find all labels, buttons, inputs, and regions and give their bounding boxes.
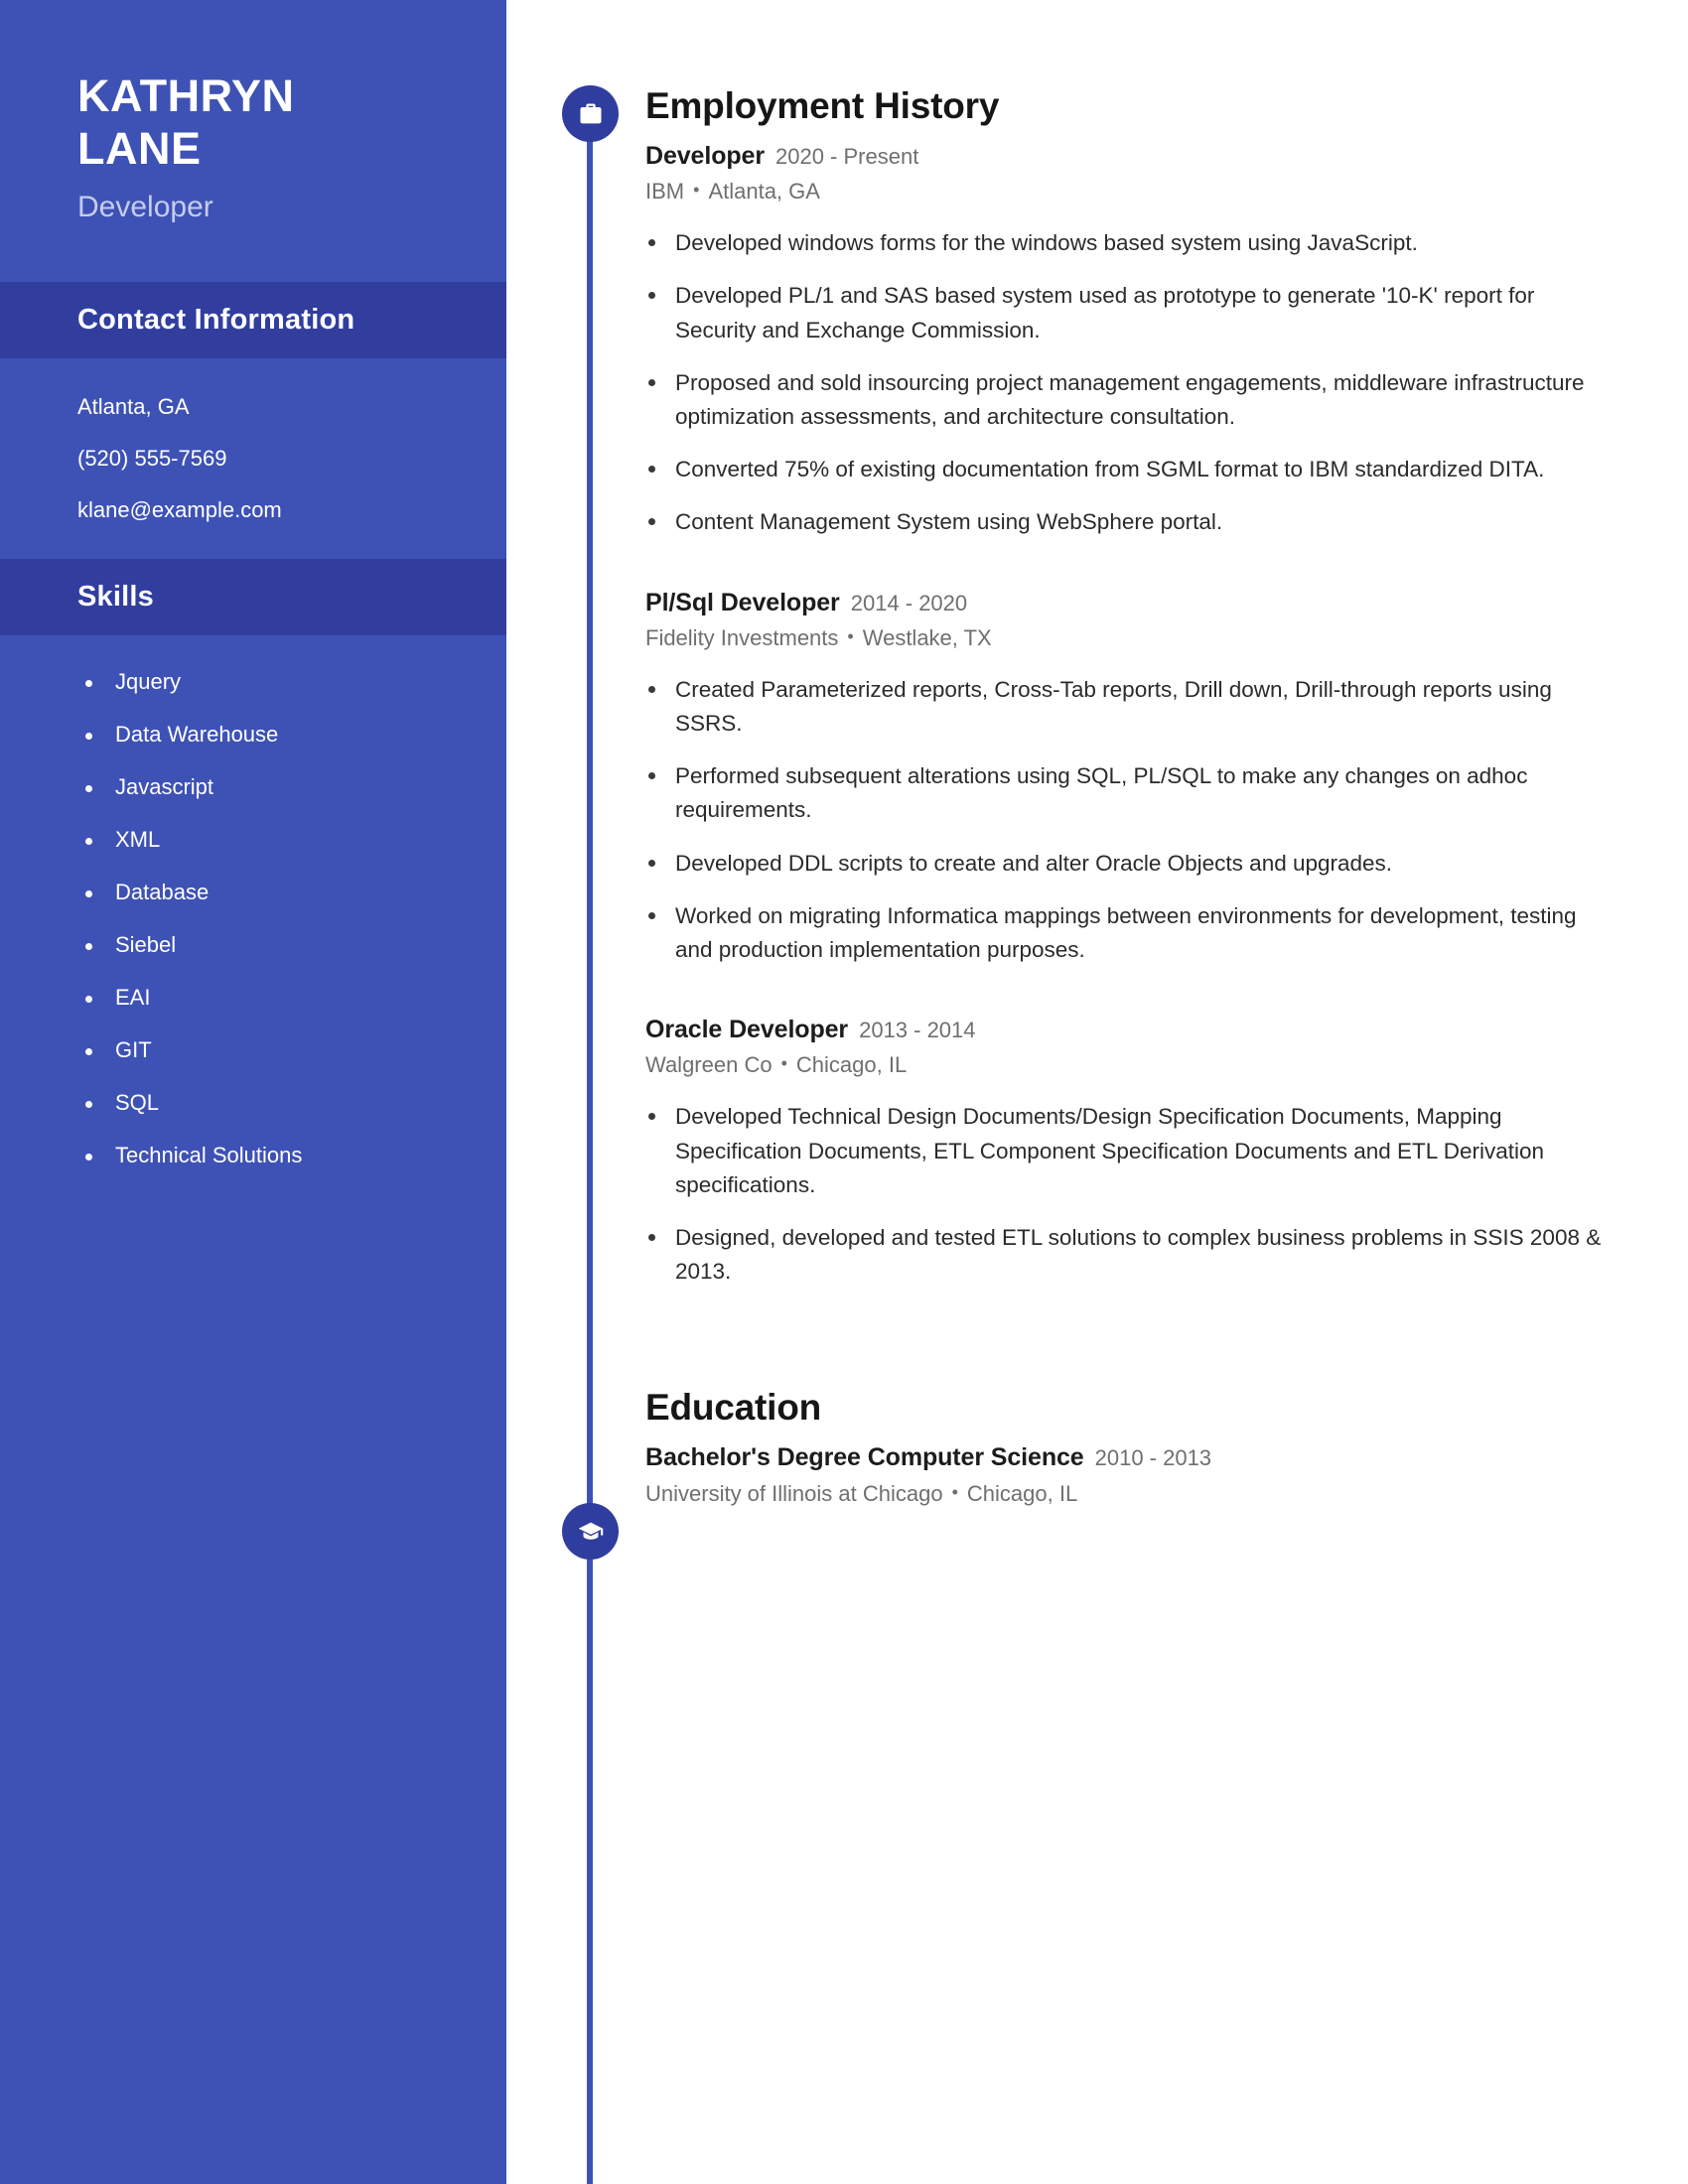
contact-section-title: Contact Information bbox=[77, 304, 355, 337]
degree-meta: University of Illinois at Chicago • Chicag… bbox=[645, 1481, 1609, 1507]
job-bullets: Developed windows forms for the windows … bbox=[645, 226, 1609, 539]
first-name: KATHRYN bbox=[77, 70, 295, 121]
school-name: University of Illinois at Chicago bbox=[645, 1480, 943, 1506]
list-item: Data Warehouse bbox=[83, 722, 506, 748]
contact-phone: (520) 555-7569 bbox=[77, 446, 227, 472]
job-title: Pl/Sql Developer bbox=[645, 588, 840, 616]
resume-page: KATHRYN LANE Developer Contact Informati… bbox=[0, 0, 1688, 2184]
main-content: Employment History Developer 2020 - Pres… bbox=[645, 0, 1609, 1507]
skills-section-title: Skills bbox=[77, 581, 154, 614]
job-dates: 2014 - 2020 bbox=[850, 590, 968, 615]
employment-timeline-node bbox=[562, 85, 619, 142]
education-timeline-node bbox=[562, 1503, 619, 1560]
job-meta: Walgreen Co • Chicago, IL bbox=[645, 1052, 1609, 1078]
contact-list: Atlanta, GA (520) 555-7569 klane@example… bbox=[0, 358, 506, 523]
job-bullets: Created Parameterized reports, Cross-Tab… bbox=[645, 673, 1609, 967]
briefcase-icon bbox=[577, 100, 605, 128]
list-item: EAI bbox=[83, 985, 506, 1011]
list-item: Content Management System using WebSpher… bbox=[645, 505, 1609, 539]
list-item: Technical Solutions bbox=[83, 1143, 506, 1168]
list-item: SQL bbox=[83, 1090, 506, 1116]
list-item: Javascript bbox=[83, 774, 506, 800]
school-location: Chicago, IL bbox=[966, 1480, 1078, 1506]
meta-separator: • bbox=[951, 1481, 958, 1502]
list-item: Designed, developed and tested ETL solut… bbox=[645, 1221, 1609, 1289]
list-item: Jquery bbox=[83, 669, 506, 695]
job-dates: 2020 - Present bbox=[775, 144, 919, 169]
list-item: Developed PL/1 and SAS based system used… bbox=[645, 279, 1609, 346]
headline-job-title: Developer bbox=[77, 191, 213, 224]
list-item: Created Parameterized reports, Cross-Tab… bbox=[645, 673, 1609, 741]
contact-email: klane@example.com bbox=[77, 497, 282, 523]
job-location: Atlanta, GA bbox=[708, 179, 820, 205]
sidebar: KATHRYN LANE Developer Contact Informati… bbox=[0, 0, 506, 2184]
job-location: Chicago, IL bbox=[795, 1052, 908, 1078]
contact-section-header: Contact Information bbox=[0, 282, 506, 359]
job-meta: Fidelity Investments • Westlake, TX bbox=[645, 625, 1609, 651]
list-item: XML bbox=[83, 827, 506, 853]
entry-title-row: Oracle Developer 2013 - 2014 bbox=[645, 1015, 1609, 1045]
timeline-rail bbox=[587, 94, 593, 2184]
degree-dates: 2010 - 2013 bbox=[1094, 1445, 1212, 1471]
job-bullets: Developed Technical Design Documents/Des… bbox=[645, 1100, 1609, 1289]
list-item: Siebel bbox=[83, 932, 506, 958]
skills-list: Jquery Data Warehouse Javascript XML Dat… bbox=[0, 635, 506, 1168]
meta-separator: • bbox=[693, 180, 700, 201]
job-meta: IBM • Atlanta, GA bbox=[645, 179, 1609, 205]
job-company: Fidelity Investments bbox=[645, 624, 839, 650]
education-entry: Bachelor's Degree Computer Science 2010 … bbox=[645, 1442, 1609, 1506]
list-item: Developed windows forms for the windows … bbox=[645, 226, 1609, 260]
list-item: Converted 75% of existing documentation … bbox=[645, 453, 1609, 486]
employment-section-heading: Employment History bbox=[645, 85, 1000, 126]
list-item: Database bbox=[83, 880, 506, 905]
meta-separator: • bbox=[847, 625, 854, 646]
entry-title-row: Pl/Sql Developer 2014 - 2020 bbox=[645, 588, 1609, 618]
employment-entry: Developer 2020 - Present IBM • Atlanta, GA… bbox=[645, 141, 1609, 540]
list-item: Developed Technical Design Documents/Des… bbox=[645, 1100, 1609, 1202]
job-company: IBM bbox=[645, 179, 685, 205]
entry-title-row: Bachelor's Degree Computer Science 2010 … bbox=[645, 1442, 1609, 1473]
skills-section-header: Skills bbox=[0, 559, 506, 636]
degree-title: Bachelor's Degree Computer Science bbox=[645, 1443, 1084, 1472]
list-item: Performed subsequent alterations using S… bbox=[645, 759, 1609, 827]
meta-separator: • bbox=[780, 1053, 787, 1074]
contact-location: Atlanta, GA bbox=[77, 394, 190, 420]
name-block: KATHRYN LANE Developer bbox=[0, 0, 506, 224]
job-company: Walgreen Co bbox=[645, 1052, 773, 1078]
job-location: Westlake, TX bbox=[862, 624, 992, 650]
entry-title-row: Developer 2020 - Present bbox=[645, 141, 1609, 172]
list-item: Developed DDL scripts to create and alte… bbox=[645, 847, 1609, 881]
list-item: GIT bbox=[83, 1037, 506, 1063]
job-dates: 2013 - 2014 bbox=[859, 1018, 976, 1043]
education-section-heading: Education bbox=[645, 1387, 822, 1429]
last-name: LANE bbox=[77, 123, 202, 175]
list-item: Worked on migrating Informatica mappings… bbox=[645, 899, 1609, 967]
employment-entry: Oracle Developer 2013 - 2014 Walgreen Co… bbox=[645, 1015, 1609, 1289]
employment-entry: Pl/Sql Developer 2014 - 2020 Fidelity In… bbox=[645, 588, 1609, 968]
graduation-cap-icon bbox=[577, 1518, 605, 1546]
list-item: Proposed and sold insourcing project man… bbox=[645, 366, 1609, 434]
job-title: Developer bbox=[645, 142, 765, 170]
job-title: Oracle Developer bbox=[645, 1016, 849, 1044]
